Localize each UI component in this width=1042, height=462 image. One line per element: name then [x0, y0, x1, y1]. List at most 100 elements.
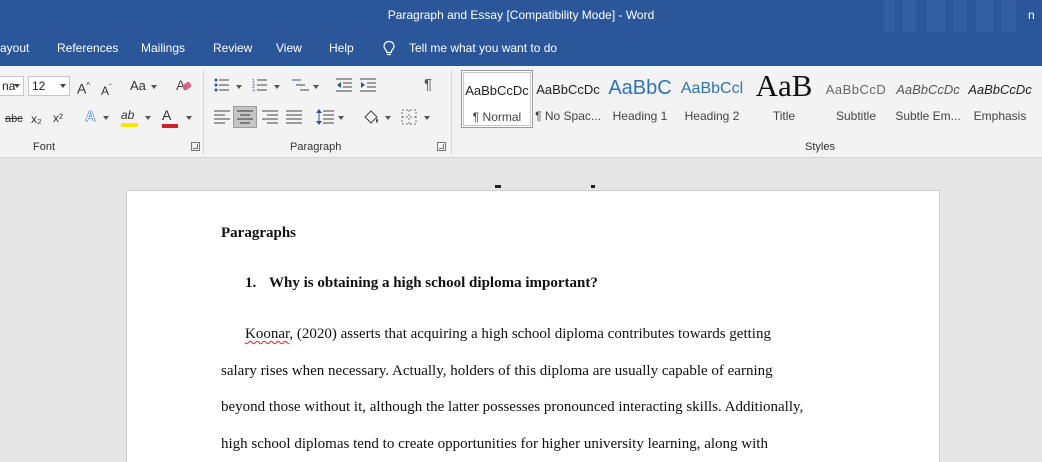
tab-view[interactable]: View — [276, 41, 302, 55]
chevron-down-icon — [60, 84, 66, 88]
chevron-down-icon[interactable] — [151, 85, 157, 89]
style-preview: AaBbCcDc — [536, 82, 600, 97]
tell-me-search[interactable]: Tell me what you want to do — [409, 41, 557, 55]
title-bar: Paragraph and Essay [Compatibility Mode]… — [0, 0, 1042, 32]
align-right-icon[interactable] — [262, 110, 278, 124]
question-number: 1. — [245, 275, 257, 291]
style-name: ¶ Normal — [472, 110, 522, 124]
paragraph-line-1: Koonar, (2020) asserts that acquiring a … — [245, 326, 771, 343]
chevron-down-icon[interactable] — [186, 116, 192, 120]
strikethrough-button[interactable]: abc — [5, 111, 23, 127]
document-area[interactable]: Paragraphs 1. Why is obtaining a high sc… — [0, 158, 1042, 462]
style-emphasis[interactable]: AaBbCcDc Emphasis — [964, 70, 1036, 128]
superscript-button[interactable]: x² — [53, 110, 63, 126]
justify-icon[interactable] — [286, 110, 302, 124]
paragraph-dialog-launcher[interactable] — [437, 142, 446, 151]
highlight-letters: ab — [121, 108, 135, 122]
style-heading-1[interactable]: AaBbC Heading 1 — [604, 70, 676, 128]
style-name: Heading 1 — [612, 109, 668, 123]
chevron-down-icon[interactable] — [338, 116, 344, 120]
align-center-button[interactable] — [233, 106, 257, 128]
paragraph-line-4: high school diplomas tend to create oppo… — [221, 436, 768, 452]
chevron-down-icon[interactable] — [424, 116, 430, 120]
chevron-down-icon[interactable] — [236, 85, 242, 89]
style-name: Title — [772, 109, 796, 123]
subscript-button[interactable]: x₂ — [31, 111, 42, 127]
style-name: Emphasis — [973, 109, 1027, 123]
font-name-combo[interactable]: na — [0, 76, 24, 96]
tab-help[interactable]: Help — [329, 41, 354, 55]
paragraph-line-1-rest: , (2020) asserts that acquiring a high s… — [289, 326, 771, 342]
window-title: Paragraph and Essay [Compatibility Mode]… — [387, 8, 655, 22]
chevron-down-icon[interactable] — [103, 116, 109, 120]
style-preview: AaBbC — [608, 77, 672, 99]
style-preview: AaBbCcDc — [896, 82, 960, 97]
style-preview: AaBbCcl — [680, 80, 744, 97]
align-left-icon[interactable] — [214, 110, 230, 124]
style-preview: AaBbCcDc — [465, 83, 529, 98]
lightbulb-icon[interactable] — [382, 40, 396, 58]
chevron-down-icon[interactable] — [385, 116, 391, 120]
font-color-icon[interactable]: A — [162, 107, 178, 128]
style-preview: AaBbCcDc — [968, 82, 1032, 97]
chevron-down-icon — [14, 84, 20, 88]
tab-references[interactable]: References — [57, 41, 118, 55]
style-title[interactable]: AaB Title — [748, 68, 820, 128]
style-subtitle[interactable]: AaBbCcD Subtitle — [820, 70, 892, 128]
style-name: Heading 2 — [684, 109, 740, 123]
group-separator — [451, 70, 452, 154]
multilevel-list-icon[interactable] — [291, 78, 309, 92]
text-effects-icon[interactable]: A — [85, 108, 96, 125]
font-size-value: 12 — [32, 79, 46, 93]
shrink-font-letter: A — [101, 84, 110, 98]
highlight-icon[interactable]: ab — [121, 107, 138, 127]
styles-group-label: Styles — [805, 141, 835, 153]
change-case-button[interactable]: Aa — [130, 78, 146, 94]
style-heading-2[interactable]: AaBbCcl Heading 2 — [676, 70, 748, 128]
font-dialog-launcher[interactable] — [191, 142, 200, 151]
show-formatting-marks-icon[interactable]: ¶ — [424, 77, 432, 93]
font-color-letter: A — [162, 107, 172, 123]
group-separator — [203, 70, 204, 154]
title-bar-right-glyph: n — [1028, 8, 1035, 22]
tab-mailings[interactable]: Mailings — [141, 41, 185, 55]
word-window: Paragraph and Essay [Compatibility Mode]… — [0, 0, 1042, 462]
spelling-error-word[interactable]: Koonar — [245, 326, 289, 342]
increase-indent-icon[interactable] — [360, 78, 376, 92]
decrease-indent-icon[interactable] — [336, 78, 352, 92]
chevron-down-icon[interactable] — [274, 85, 280, 89]
tab-layout[interactable]: ayout — [0, 41, 29, 55]
paragraph-line-2: salary rises when necessary. Actually, h… — [221, 363, 773, 379]
shrink-font-icon[interactable]: Aˇ — [101, 80, 112, 99]
tab-review[interactable]: Review — [213, 41, 252, 55]
style-name: Subtitle — [835, 109, 877, 123]
document-page[interactable]: Paragraphs 1. Why is obtaining a high sc… — [126, 185, 940, 462]
bullets-icon[interactable] — [214, 78, 230, 92]
chevron-down-icon[interactable] — [145, 116, 151, 120]
ribbon-tabs: ayout References Mailings Review View He… — [0, 32, 1042, 66]
numbering-icon[interactable]: 1 2 3 — [252, 78, 268, 92]
style-preview: AaBbCcD — [825, 82, 887, 97]
borders-icon[interactable] — [401, 109, 417, 125]
clipped-text-fragment — [495, 185, 595, 193]
svg-text:3: 3 — [252, 89, 255, 92]
style-subtle-emphasis[interactable]: AaBbCcDc Subtle Em... — [892, 70, 964, 128]
ribbon: na 12 A^ Aˇ Aa A abc x₂ x² A ab A Font 1… — [0, 66, 1042, 158]
chevron-down-icon[interactable] — [313, 85, 319, 89]
question-heading: Why is obtaining a high school diploma i… — [269, 275, 598, 291]
align-center-icon — [237, 110, 253, 124]
font-group-label: Font — [33, 141, 56, 153]
style-name: Subtle Em... — [895, 109, 961, 123]
grow-font-letter: A — [77, 80, 87, 97]
paragraph-line-3: beyond those without it, although the la… — [221, 399, 804, 415]
grow-font-icon[interactable]: A^ — [77, 78, 90, 97]
style-no-spacing[interactable]: AaBbCcDc ¶ No Spac... — [532, 70, 604, 128]
styles-gallery: AaBbCcDc ¶ Normal AaBbCcDc ¶ No Spac... … — [457, 68, 1042, 130]
line-spacing-icon[interactable] — [316, 109, 334, 125]
style-name: ¶ No Spac... — [535, 109, 601, 123]
style-normal[interactable]: AaBbCcDc ¶ Normal — [461, 70, 533, 128]
style-preview: AaB — [755, 68, 813, 103]
font-size-combo[interactable]: 12 — [28, 76, 70, 96]
clear-formatting-icon[interactable]: A — [176, 77, 192, 93]
shading-icon[interactable] — [362, 109, 380, 125]
